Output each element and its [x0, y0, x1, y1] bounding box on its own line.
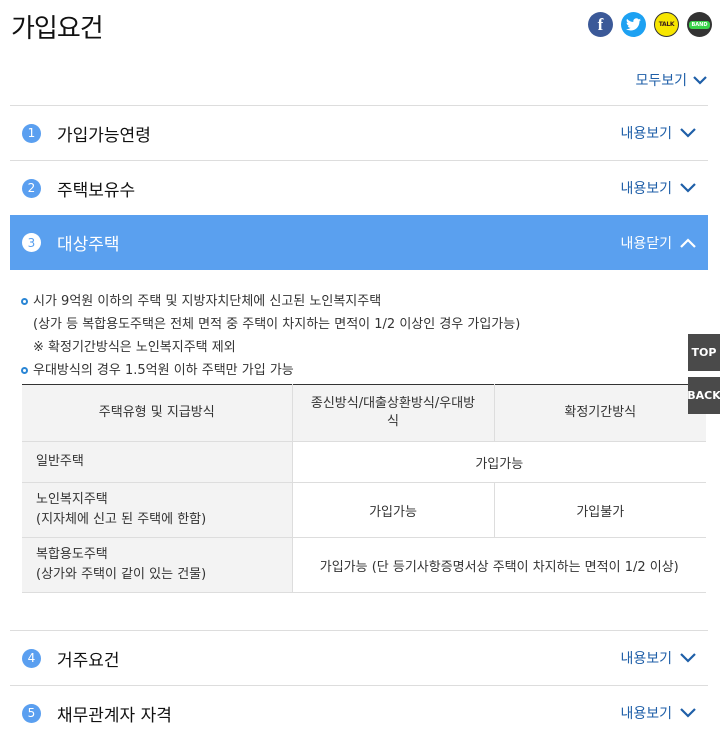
- table-cell: 가입가능: [292, 482, 495, 538]
- accordion-section-2: 2 주택보유수 내용보기: [10, 160, 708, 215]
- table-row: 노인복지주택 (지자체에 신고 된 주택에 한함) 가입가능 가입불가: [22, 482, 706, 538]
- expand-toggle[interactable]: 내용보기: [620, 703, 696, 723]
- column-header: 확정기간방식: [494, 384, 706, 442]
- section-number: 4: [22, 648, 41, 668]
- chevron-down-icon: [680, 128, 696, 138]
- chevron-up-icon: [680, 237, 696, 248]
- column-header: 종신방식/대출상환방식/우대방식: [292, 384, 495, 442]
- toggle-label: 내용보기: [620, 651, 672, 667]
- section-title: 가입가능연령: [57, 125, 151, 146]
- toggle-label: 내용보기: [620, 126, 672, 142]
- list-item: 우대방식의 경우 1.5억원 이하 주택만 가입 가능: [10, 359, 708, 382]
- toggle-label: 내용보기: [620, 706, 672, 722]
- chevron-down-icon: [693, 75, 707, 85]
- row-label: 일반주택: [22, 441, 293, 483]
- table-row: 복합용도주택 (상가와 주택이 같이 있는 건물) 가입가능 (단 등기사항증명…: [22, 537, 706, 593]
- chevron-down-icon: [680, 653, 696, 663]
- accordion-section-4: 4 거주요건 내용보기: [10, 630, 708, 685]
- band-icon[interactable]: BAND: [687, 12, 712, 37]
- eligibility-table: 주택유형 및 지급방식 종신방식/대출상환방식/우대방식 확정기간방식 일반주택…: [22, 384, 706, 593]
- section-number: 1: [22, 123, 41, 143]
- expand-toggle[interactable]: 내용보기: [620, 123, 696, 143]
- accordion-section-5: 5 채무관계자 자격 내용보기: [10, 685, 708, 740]
- section-number: 2: [22, 178, 41, 198]
- view-all-button[interactable]: 모두보기: [635, 70, 707, 90]
- section-title: 거주요건: [57, 650, 120, 671]
- toggle-label: 내용닫기: [620, 235, 672, 252]
- column-header: 주택유형 및 지급방식: [22, 384, 293, 442]
- accordion-header-target-house[interactable]: 3 대상주택 내용닫기: [10, 215, 708, 270]
- table-cell: 가입가능: [292, 441, 706, 483]
- bullet-icon: [21, 298, 28, 305]
- section-title: 주택보유수: [57, 180, 136, 201]
- table-row: 일반주택 가입가능: [22, 441, 706, 483]
- bullet-list: 시가 9억원 이하의 주택 및 지방자치단체에 신고된 노인복지주택 (상가 등…: [10, 290, 708, 382]
- bullet-note: ※ 확정기간방식은 노인복지주택 제외: [33, 340, 236, 355]
- page-title: 가입요건: [11, 14, 104, 44]
- accordion-section-3: 3 대상주택 내용닫기 시가 9억원 이하의 주택 및 지방자치단체에 신고된 …: [10, 215, 708, 593]
- collapse-toggle[interactable]: 내용닫기: [620, 233, 696, 253]
- share-bar: f TALK BAND: [588, 12, 712, 37]
- bullet-icon: [21, 367, 28, 374]
- expand-toggle[interactable]: 내용보기: [620, 648, 696, 668]
- row-label: 노인복지주택 (지자체에 신고 된 주택에 한함): [22, 482, 293, 538]
- section-content: 시가 9억원 이하의 주택 및 지방자치단체에 신고된 노인복지주택 (상가 등…: [10, 270, 708, 593]
- facebook-icon[interactable]: f: [588, 12, 613, 37]
- back-button[interactable]: BACK: [687, 377, 720, 414]
- section-title: 대상주택: [57, 235, 120, 255]
- section-title: 채무관계자 자격: [57, 705, 172, 726]
- table-header-row: 주택유형 및 지급방식 종신방식/대출상환방식/우대방식 확정기간방식: [22, 384, 706, 442]
- accordion-header-residence[interactable]: 4 거주요건 내용보기: [10, 630, 708, 685]
- kakaotalk-icon[interactable]: TALK: [654, 12, 679, 37]
- accordion-header-house-count[interactable]: 2 주택보유수 내용보기: [10, 160, 708, 215]
- twitter-icon[interactable]: [621, 12, 646, 37]
- view-all-label: 모두보기: [635, 73, 687, 89]
- bullet-text: 우대방식의 경우 1.5억원 이하 주택만 가입 가능: [33, 363, 294, 378]
- top-button[interactable]: TOP: [688, 334, 720, 371]
- accordion-section-1: 1 가입가능연령 내용보기: [10, 105, 708, 160]
- bullet-text: 시가 9억원 이하의 주택 및 지방자치단체에 신고된 노인복지주택: [33, 294, 382, 309]
- row-label: 복합용도주택 (상가와 주택이 같이 있는 건물): [22, 537, 293, 593]
- list-item: 시가 9억원 이하의 주택 및 지방자치단체에 신고된 노인복지주택: [10, 290, 708, 313]
- table-cell: 가입불가: [494, 482, 706, 538]
- accordion-header-debtor[interactable]: 5 채무관계자 자격 내용보기: [10, 685, 708, 740]
- bullet-note: (상가 등 복합용도주택은 전체 면적 중 주택이 차지하는 면적이 1/2 이…: [33, 317, 521, 332]
- accordion-header-age[interactable]: 1 가입가능연령 내용보기: [10, 105, 708, 160]
- chevron-down-icon: [680, 183, 696, 193]
- table-cell: 가입가능 (단 등기사항증명서상 주택이 차지하는 면적이 1/2 이상): [292, 537, 706, 593]
- section-number: 5: [22, 703, 41, 723]
- section-number: 3: [22, 233, 41, 252]
- toggle-label: 내용보기: [620, 181, 672, 197]
- expand-toggle[interactable]: 내용보기: [620, 178, 696, 198]
- chevron-down-icon: [680, 708, 696, 718]
